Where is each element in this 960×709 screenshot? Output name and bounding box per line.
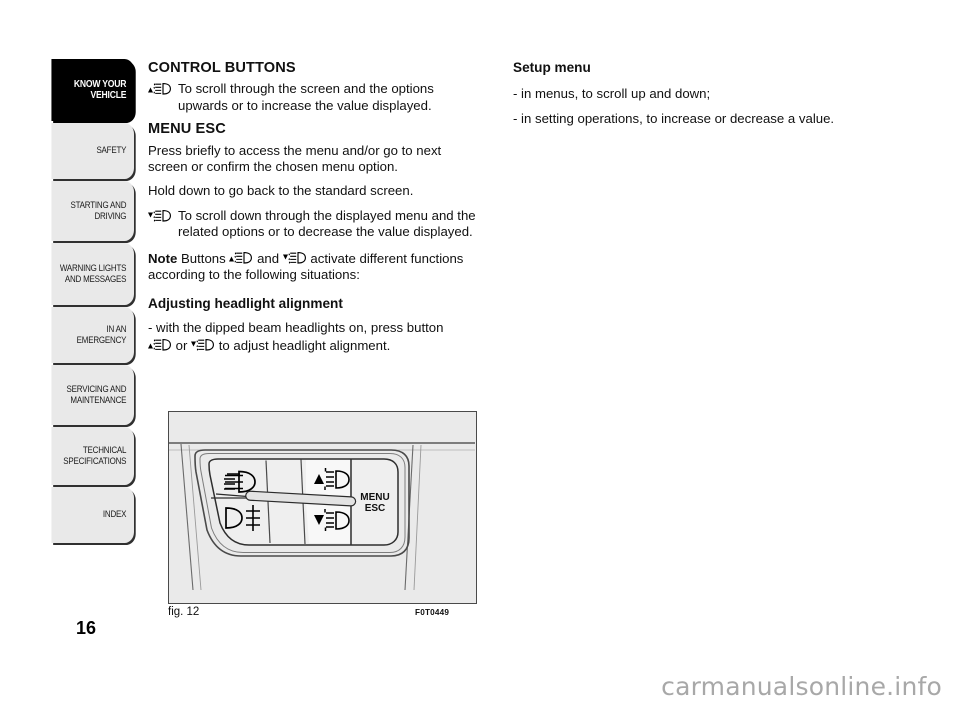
adjust-headlight-line-1: - with the dipped beam headlights on, pr… [148,319,444,335]
note-text-and: and [257,250,280,266]
note-paragraph: Note Buttons and activate different func… [148,251,478,284]
scroll-up-button-inline-icon [229,251,253,265]
scroll-down-button-inline-icon-2 [191,338,215,352]
sidebar-tab-know-your-vehicle[interactable]: KNOW YOUR VEHICLE [51,59,134,121]
menu-esc-heading: MENU ESC [148,121,226,138]
menu-esc-paragraph-1: Press briefly to access the menu and/or … [148,142,442,175]
setup-menu-item-1: - in menus, to scroll up and down; [513,86,711,102]
setup-menu-item-2: - in setting operations, to increase or … [513,110,835,126]
scroll-up-instruction-row: To scroll through the screen and the opt… [148,81,478,114]
sidebar-tab-warning-lights-and-messages[interactable]: WARNING LIGHTS AND MESSAGES [51,243,134,305]
adjust-headlight-or: or [175,338,188,354]
left-text-column: CONTROL BUTTONS To scroll through the sc… [148,60,478,363]
sidebar-tab-starting-and-driving[interactable]: STARTING AND DRIVING [51,181,134,241]
sidebar-tab-safety[interactable]: SAFETY [51,123,134,179]
sidebar-tab-label: INDEX [102,509,127,520]
scroll-down-button-inline-icon [282,251,307,265]
page-number: 16 [75,618,97,638]
scroll-down-button-icon [148,208,178,225]
adjust-headlight-line-2: or to adjust headlight alignment. [148,338,478,354]
right-text-column: Setup menu - in menus, to scroll up and … [513,60,858,135]
page-title: CONTROL BUTTONS [148,60,296,76]
sidebar-tab-label: SAFETY [96,145,127,156]
adjust-headlight-line-2-text: to adjust headlight alignment. [218,338,391,354]
figure-caption: fig. 12 [168,606,200,618]
scroll-up-button-inline-icon-2 [148,338,172,352]
scroll-up-button-icon [148,81,178,98]
menu-esc-figure-label-line2: ESC [365,503,386,514]
sidebar-tab-label: SERVICING AND MAINTENANCE [66,383,127,405]
adjust-headlight-heading: Adjusting headlight alignment [148,296,343,312]
sidebar-tab-label: TECHNICAL SPECIFICATIONS [63,444,127,466]
sidebar-tab-in-an-emergency[interactable]: IN AN EMERGENCY [51,307,134,363]
sidebar-tab-label: WARNING LIGHTS AND MESSAGES [59,262,127,284]
sidebar-tab-servicing-and-maintenance[interactable]: SERVICING AND MAINTENANCE [51,365,134,425]
note-text-part1: Buttons [180,250,226,266]
menu-esc-paragraph-2: Hold down to go back to the standard scr… [148,183,414,199]
sidebar-tab-label: KNOW YOUR VEHICLE [73,78,127,101]
scroll-down-instruction-row: To scroll down through the displayed men… [148,208,478,241]
figure-code: F0T0449 [415,608,450,617]
scroll-up-instruction-text: To scroll through the screen and the opt… [178,81,434,113]
setup-menu-heading: Setup menu [513,60,591,75]
sidebar-tab-list: KNOW YOUR VEHICLE SAFETY STARTING AND DRIV… [38,59,134,545]
sidebar-tab-index[interactable]: INDEX [51,487,134,543]
menu-esc-figure-label-line1: MENU [360,492,389,503]
figure-control-buttons-illustration: MENU ESC [168,411,477,604]
sidebar-tab-technical-specifications[interactable]: TECHNICAL SPECIFICATIONS [51,427,134,485]
sidebar-tab-label: IN AN EMERGENCY [76,323,127,345]
dashboard-switch-panel-drawing: MENU ESC [169,412,475,602]
watermark: carmanualsonline.info [661,672,942,701]
note-label: Note [148,250,178,266]
sidebar-tab-label: STARTING AND DRIVING [70,199,127,221]
scroll-down-instruction-text: To scroll down through the displayed men… [178,207,476,240]
